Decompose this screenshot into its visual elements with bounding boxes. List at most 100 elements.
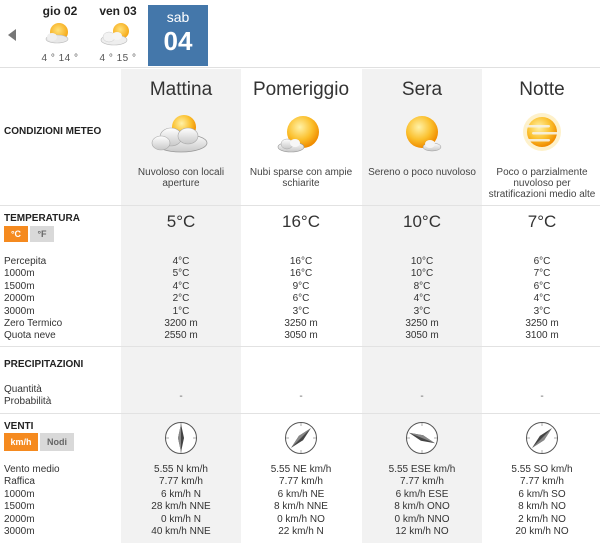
cell: 6°C <box>533 280 551 292</box>
temperature-values-sera: 10°C 10°C 8°C 4°C 3°C 3250 m 3050 m <box>362 256 482 343</box>
main-temperature: 10°C <box>403 212 441 231</box>
section-temperature-title: TEMPERATURA <box>4 213 80 224</box>
row-label: Percepita <box>4 256 47 267</box>
cell: 3250 m <box>525 318 559 330</box>
precipitation-value: - <box>540 391 544 402</box>
cell: 5°C <box>172 268 190 280</box>
day-temp-range: 4 ° 14 ° <box>41 53 79 64</box>
sun-small-cloud-icon <box>362 113 482 163</box>
cell: 6 km/h ESE <box>395 488 449 500</box>
cell: 4°C <box>533 293 551 305</box>
row-label: 1000m <box>4 268 35 280</box>
row-label: Zero Termico <box>4 318 63 330</box>
main-temperature: 16°C <box>282 212 320 231</box>
fahrenheit-toggle[interactable]: °F <box>30 226 54 242</box>
cell: 3250 m <box>284 318 318 330</box>
cell: 4°C <box>172 280 190 292</box>
day-selector: gio 02 4 ° 14 ° ven 03 4 ° 15 ° sab 04 <box>0 0 600 68</box>
cell: 8°C <box>413 280 431 292</box>
row-label: 1000m <box>4 488 35 500</box>
wind-values-sera: 5.55 ESE km/h 7.77 km/h 6 km/h ESE 8 km/… <box>362 464 482 538</box>
precipitation-value: - <box>179 391 183 402</box>
active-day-number: 04 <box>163 26 193 56</box>
cell: 0 km/h N <box>160 513 201 525</box>
main-temperature: 5°C <box>166 212 196 231</box>
cell: 5.55 ESE km/h <box>388 464 456 475</box>
cell: 7°C <box>533 268 551 280</box>
cell: 0 km/h NNO <box>394 513 450 525</box>
cell: 5.55 SO km/h <box>511 464 573 475</box>
hazy-sun-icon <box>482 113 600 163</box>
condition-description: Nuvoloso con locali aperture <box>137 167 225 189</box>
wind-compass-icon <box>362 421 482 455</box>
cell: 7.77 km/h <box>520 476 564 488</box>
day-name: ven 03 <box>99 4 137 18</box>
cell: 6°C <box>533 256 551 267</box>
temperature-row-labels: Percepita 1000m 1500m 2000m 3000m Zero T… <box>4 256 62 343</box>
wind-row-labels: Vento medio Raffica 1000m 1500m 2000m 30… <box>4 464 60 538</box>
celsius-toggle[interactable]: °C <box>4 226 28 242</box>
cell: 10°C <box>410 256 434 267</box>
temperature-values-notte: 6°C 7°C 6°C 4°C 3°C 3250 m 3100 m <box>482 256 600 343</box>
row-label: Raffica <box>4 476 35 488</box>
row-label: 1500m <box>4 501 35 513</box>
cell: 3250 m <box>405 318 439 330</box>
cell: 6 km/h NE <box>277 488 325 500</box>
cell: 8 km/h NNE <box>274 501 328 513</box>
divider <box>0 413 600 414</box>
cloudy-sun-icon <box>121 113 241 163</box>
cell: 3050 m <box>284 330 318 342</box>
cell: 6 km/h SO <box>518 488 566 500</box>
cell: 2550 m <box>164 330 198 342</box>
row-label: 1500m <box>4 280 35 292</box>
divider <box>0 346 600 347</box>
cell: 40 km/h NNE <box>151 526 211 538</box>
precipitation-value: - <box>420 391 424 402</box>
period-sera: Sera <box>401 79 443 100</box>
cell: 4°C <box>413 293 431 305</box>
cell: 3050 m <box>405 330 439 342</box>
knots-toggle[interactable]: Nodi <box>40 433 74 451</box>
cell: 16°C <box>289 256 313 267</box>
row-label: 3000m <box>4 526 35 538</box>
sun-small-cloud-icon <box>241 113 361 163</box>
wind-compass-icon <box>121 421 241 455</box>
cell: 10°C <box>410 268 434 280</box>
cell: 2°C <box>172 293 190 305</box>
kmh-toggle[interactable]: km/h <box>4 433 38 451</box>
period-mattina: Mattina <box>149 79 213 100</box>
condition-description: Poco o parzialmente nuvoloso per stratif… <box>488 167 596 200</box>
temperature-values-mattina: 4°C 5°C 4°C 2°C 1°C 3200 m 2550 m <box>121 256 241 343</box>
cell: 4°C <box>172 256 190 267</box>
day-name: gio 02 <box>42 4 78 18</box>
cell: 28 km/h NNE <box>151 501 211 513</box>
precipitation-value: - <box>299 391 303 402</box>
cell: 3°C <box>413 305 431 317</box>
wind-values-mattina: 5.55 N km/h 7.77 km/h 6 km/h N 28 km/h N… <box>121 464 241 538</box>
partly-cloudy-icon <box>30 20 90 50</box>
cell: 7.77 km/h <box>159 476 203 488</box>
cell: 3100 m <box>525 330 559 342</box>
period-pomeriggio: Pomeriggio <box>252 79 350 100</box>
cell: 7.77 km/h <box>279 476 323 488</box>
cell: 6°C <box>292 293 310 305</box>
row-label: Quota neve <box>4 330 56 342</box>
main-temperature: 7°C <box>527 212 557 231</box>
cell: 22 km/h N <box>278 526 324 538</box>
wind-values-notte: 5.55 SO km/h 7.77 km/h 6 km/h SO 8 km/h … <box>482 464 600 538</box>
chevron-left-icon[interactable] <box>8 29 16 41</box>
cell: 2 km/h NO <box>518 513 566 525</box>
day-tab-ven[interactable]: ven 03 4 ° 15 ° <box>88 4 148 64</box>
wind-compass-icon <box>241 421 361 455</box>
day-tab-sab-active[interactable]: sab 04 <box>148 5 208 66</box>
condition-description: Sereno o poco nuvoloso <box>368 167 476 178</box>
cell: 8 km/h NO <box>518 501 566 513</box>
cell: 8 km/h ONO <box>394 501 450 513</box>
day-tab-gio[interactable]: gio 02 4 ° 14 ° <box>30 4 90 64</box>
cell: 0 km/h NO <box>277 513 325 525</box>
period-notte: Notte <box>519 79 565 100</box>
cell: 7.77 km/h <box>400 476 444 488</box>
cell: 9°C <box>292 280 310 292</box>
wind-values-pomeriggio: 5.55 NE km/h 7.77 km/h 6 km/h NE 8 km/h … <box>241 464 361 538</box>
cell: 12 km/h NO <box>395 526 449 538</box>
